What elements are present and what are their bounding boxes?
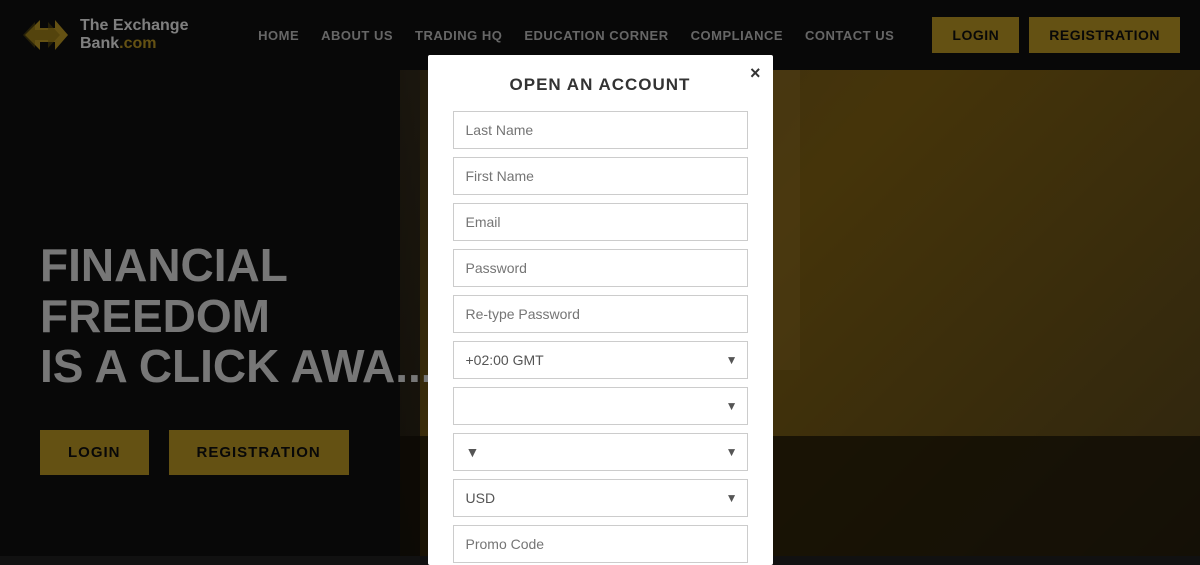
open-account-modal: × OPEN AN ACCOUNT +02:00 GMT +00:00 GMT …	[428, 55, 773, 565]
password-input[interactable]	[453, 249, 748, 287]
phone-prefix-select[interactable]: ▼ +1 +44 +49	[453, 433, 748, 471]
last-name-input[interactable]	[453, 111, 748, 149]
timezone-select-wrapper: +02:00 GMT +00:00 GMT +01:00 GMT +03:00 …	[453, 341, 748, 379]
modal-close-button[interactable]: ×	[750, 63, 761, 84]
country-select[interactable]: United States United Kingdom Germany Fra…	[453, 387, 748, 425]
timezone-select[interactable]: +02:00 GMT +00:00 GMT +01:00 GMT +03:00 …	[453, 341, 748, 379]
first-name-input[interactable]	[453, 157, 748, 195]
phone-prefix-wrapper: ▼ +1 +44 +49 ▼	[453, 433, 748, 471]
currency-select[interactable]: USD EUR GBP	[453, 479, 748, 517]
country-select-wrapper: United States United Kingdom Germany Fra…	[453, 387, 748, 425]
retype-password-input[interactable]	[453, 295, 748, 333]
email-input[interactable]	[453, 203, 748, 241]
modal-overlay: × OPEN AN ACCOUNT +02:00 GMT +00:00 GMT …	[0, 0, 1200, 556]
modal-title: OPEN AN ACCOUNT	[453, 75, 748, 95]
currency-select-wrapper: USD EUR GBP ▼	[453, 479, 748, 517]
promo-code-input[interactable]	[453, 525, 748, 563]
